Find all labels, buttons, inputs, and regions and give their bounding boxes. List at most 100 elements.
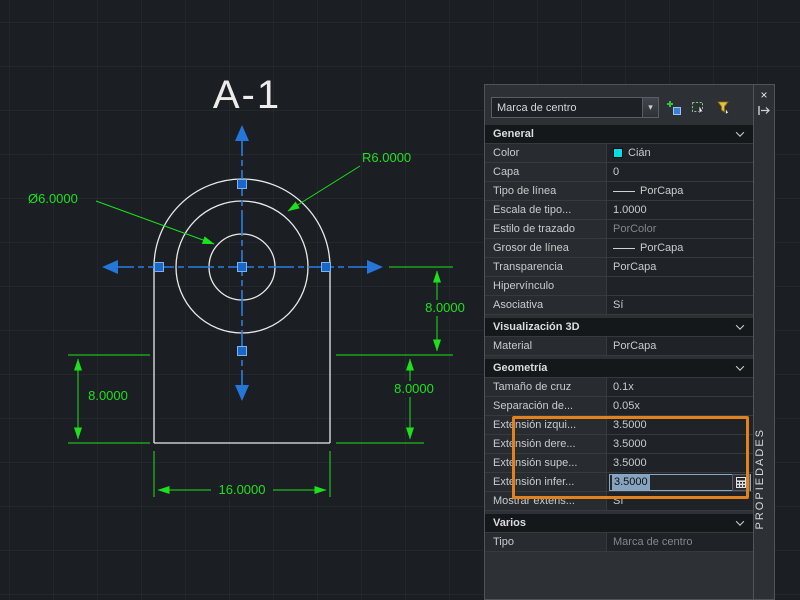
property-row-asociativa: Asociativa Sí: [485, 296, 753, 315]
arrow-grip-left[interactable]: [102, 260, 118, 274]
property-value[interactable]: 3.5000: [607, 454, 753, 472]
property-label: Separación de...: [485, 397, 607, 415]
property-label: Mostrar extens...: [485, 492, 607, 510]
property-value: Marca de centro: [607, 533, 753, 551]
property-label: Material: [485, 337, 607, 355]
property-value[interactable]: 0: [607, 163, 753, 181]
property-row-color: Color Cián: [485, 144, 753, 163]
property-grid: General Color Cián Capa 0 Tipo de línea: [485, 125, 753, 552]
extension-inferior-input[interactable]: 3.5000: [609, 473, 751, 491]
property-label: Estilo de trazado: [485, 220, 607, 238]
section-title: General: [493, 128, 534, 140]
property-row-material: Material PorCapa: [485, 337, 753, 356]
linetype-value: PorCapa: [640, 185, 684, 197]
property-value[interactable]: Cián: [607, 144, 753, 162]
property-row-extension-derecha: Extensión dere... 3.5000: [485, 435, 753, 454]
property-label: Asociativa: [485, 296, 607, 314]
quick-calc-button[interactable]: [732, 473, 750, 491]
property-row-hipervinculo: Hipervínculo: [485, 277, 753, 296]
dim-text-right-upper: 8.0000: [425, 300, 465, 315]
dim-text-left: 8.0000: [88, 388, 128, 403]
property-row-extension-izquierda: Extensión izqui... 3.5000: [485, 416, 753, 435]
property-label: Extensión supe...: [485, 454, 607, 472]
object-type-value: Marca de centro: [497, 101, 577, 114]
property-row-estilo-trazado: Estilo de trazado PorColor: [485, 220, 753, 239]
property-value[interactable]: PorCapa: [607, 258, 753, 276]
grip-center[interactable]: [237, 262, 247, 272]
property-row-capa: Capa 0: [485, 163, 753, 182]
auto-hide-icon: [758, 106, 770, 115]
properties-palette: Marca de centro ▾ General Color Cián Cap…: [484, 84, 775, 600]
property-value[interactable]: Sí: [607, 492, 753, 510]
property-value-edit: 3.5000: [607, 473, 753, 491]
dim-right-lower[interactable]: [336, 358, 424, 444]
grip-right[interactable]: [321, 262, 331, 272]
property-row-tipo: Tipo Marca de centro: [485, 533, 753, 552]
palette-main: Marca de centro ▾ General Color Cián Cap…: [484, 84, 753, 600]
palette-header: Marca de centro ▾: [485, 85, 753, 122]
section-header-general[interactable]: General: [485, 125, 753, 144]
property-label: Transparencia: [485, 258, 607, 276]
calculator-icon: [735, 475, 747, 489]
property-value[interactable]: PorCapa: [607, 239, 753, 257]
property-value: PorColor: [607, 220, 753, 238]
dimensions[interactable]: [68, 165, 453, 497]
property-row-escala-tipo: Escala de tipo... 1.0000: [485, 201, 753, 220]
object-type-dropdown[interactable]: Marca de centro ▾: [491, 97, 659, 118]
center-mark[interactable]: [102, 125, 383, 401]
section-title: Varios: [493, 517, 527, 529]
linetype-glyph-icon: [613, 190, 635, 192]
section-header-geometria[interactable]: Geometría: [485, 359, 753, 378]
property-label: Tipo: [485, 533, 607, 551]
property-row-transparencia: Transparencia PorCapa: [485, 258, 753, 277]
property-row-extension-inferior: Extensión infer... 3.5000: [485, 473, 753, 492]
color-swatch-cyan: [613, 148, 623, 158]
property-value[interactable]: 3.5000: [607, 435, 753, 453]
property-value[interactable]: 0.1x: [607, 378, 753, 396]
dim-diameter-leader[interactable]: [95, 200, 215, 245]
section-title: Visualización 3D: [493, 321, 580, 333]
arrow-grip-bottom[interactable]: [235, 385, 249, 401]
dim-radius-leader[interactable]: [287, 165, 361, 212]
property-value[interactable]: PorCapa: [607, 337, 753, 355]
dim-text-diameter: Ø6.0000: [28, 191, 78, 206]
grip-bottom[interactable]: [237, 346, 247, 356]
close-button[interactable]: ×: [756, 88, 772, 103]
quick-select-button[interactable]: [713, 97, 734, 118]
chevron-icon: [735, 362, 745, 371]
palette-title: PROPIEDADES: [754, 427, 766, 529]
property-label: Capa: [485, 163, 607, 181]
arrow-grip-right[interactable]: [367, 260, 383, 274]
select-objects-icon: [691, 101, 704, 115]
property-label: Escala de tipo...: [485, 201, 607, 219]
grip-top[interactable]: [237, 179, 247, 189]
lineweight-glyph-icon: [613, 247, 635, 249]
arrow-grip-top[interactable]: [235, 125, 249, 141]
property-value[interactable]: 1.0000: [607, 201, 753, 219]
property-value[interactable]: PorCapa: [607, 182, 753, 200]
property-row-extension-superior: Extensión supe... 3.5000: [485, 454, 753, 473]
property-value[interactable]: 3.5000: [607, 416, 753, 434]
property-value[interactable]: [607, 277, 753, 295]
section-header-visualizacion-3d[interactable]: Visualización 3D: [485, 318, 753, 337]
dimension-texts: 8.0000 8.0000 8.0000 16.0000 Ø6.0000 R6.…: [28, 150, 470, 498]
property-label: Extensión infer...: [485, 473, 607, 491]
select-objects-button[interactable]: [688, 97, 709, 118]
lineweight-value: PorCapa: [640, 242, 684, 254]
chevron-down-icon[interactable]: ▾: [642, 98, 658, 117]
toggle-pickadd-button[interactable]: [663, 97, 684, 118]
grip-left[interactable]: [154, 262, 164, 272]
dim-text-bottom: 16.0000: [219, 482, 266, 497]
chevron-icon: [735, 128, 745, 137]
auto-hide-button[interactable]: [756, 103, 772, 118]
palette-title-bar[interactable]: × PROPIEDADES: [753, 84, 775, 600]
property-label: Tipo de línea: [485, 182, 607, 200]
section-header-varios[interactable]: Varios: [485, 514, 753, 533]
property-value[interactable]: 0.05x: [607, 397, 753, 415]
chevron-icon: [735, 321, 745, 330]
selected-text: 3.5000: [612, 474, 650, 490]
drawing-title: A-1: [213, 73, 281, 117]
property-label: Grosor de línea: [485, 239, 607, 257]
property-label: Tamaño de cruz: [485, 378, 607, 396]
property-value[interactable]: Sí: [607, 296, 753, 314]
